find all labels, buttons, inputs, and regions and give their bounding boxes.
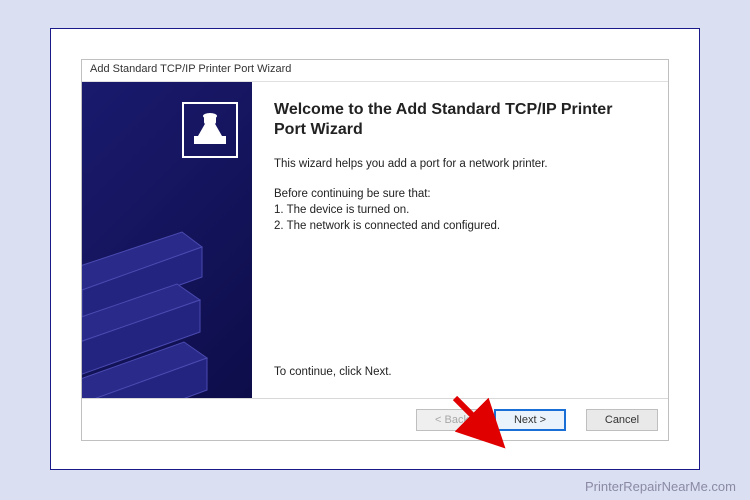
checklist-item: 1. The device is turned on. <box>274 202 646 218</box>
window-title: Add Standard TCP/IP Printer Port Wizard <box>90 63 291 75</box>
printer-stamp-icon <box>182 102 238 158</box>
watermark-text: PrinterRepairNearMe.com <box>585 479 736 494</box>
wizard-window: Add Standard TCP/IP Printer Port Wizard <box>81 59 669 441</box>
next-button[interactable]: Next > <box>494 409 566 431</box>
checklist-label: Before continuing be sure that: <box>274 186 646 202</box>
continue-hint: To continue, click Next. <box>274 366 646 378</box>
checklist-item: 2. The network is connected and configur… <box>274 218 646 234</box>
wizard-heading: Welcome to the Add Standard TCP/IP Print… <box>274 100 646 140</box>
cancel-button[interactable]: Cancel <box>586 409 658 431</box>
window-title-bar: Add Standard TCP/IP Printer Port Wizard <box>82 60 668 82</box>
wizard-checklist: Before continuing be sure that: 1. The d… <box>274 186 646 234</box>
wizard-intro-text: This wizard helps you add a port for a n… <box>274 156 646 172</box>
wizard-content-panel: Welcome to the Add Standard TCP/IP Print… <box>252 82 668 398</box>
wizard-side-panel <box>82 82 252 398</box>
outer-frame: Add Standard TCP/IP Printer Port Wizard <box>50 28 700 470</box>
books-decoration-icon <box>82 212 252 398</box>
back-button: < Back <box>416 409 488 431</box>
wizard-body: Welcome to the Add Standard TCP/IP Print… <box>82 82 668 398</box>
wizard-button-bar: < Back Next > Cancel <box>82 398 668 440</box>
